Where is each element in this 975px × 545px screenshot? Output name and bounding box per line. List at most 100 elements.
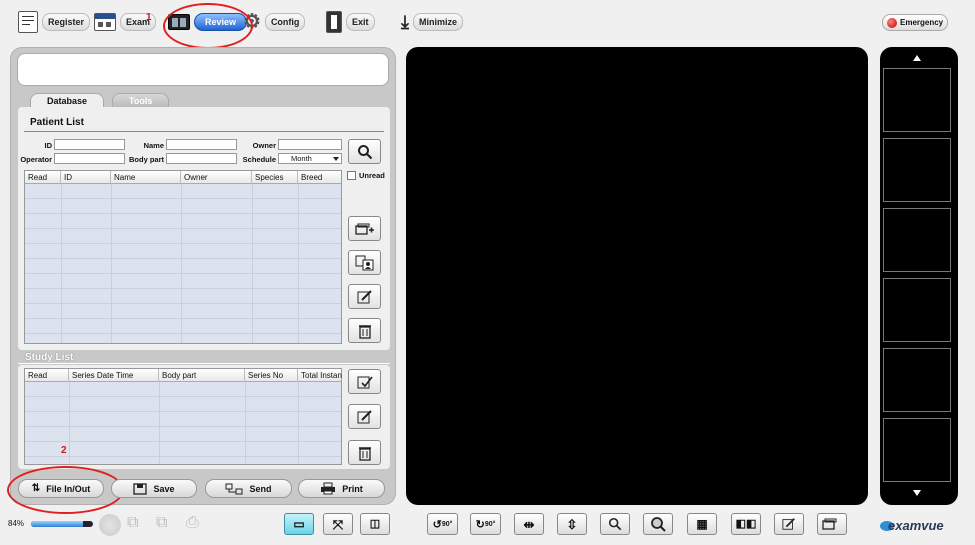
grid-icon: ▦ [696, 517, 708, 531]
patient-col-read[interactable]: Read [25, 171, 61, 184]
thumbnail-slot[interactable] [883, 278, 951, 342]
body-part-label: Body part [128, 155, 164, 164]
compare-view-button[interactable]: ◫ [360, 513, 390, 535]
save-button[interactable]: Save [111, 479, 197, 498]
progress-text: 84% [8, 519, 25, 528]
schedule-value: Month [291, 154, 312, 163]
add-window-icon [354, 223, 374, 235]
name-label: Name [143, 141, 164, 150]
printer-disabled-icon: ⎙ [186, 514, 199, 531]
name-field[interactable] [166, 139, 237, 150]
trash-icon [358, 446, 371, 461]
annotation-circle-1 [163, 3, 253, 49]
send-button[interactable]: Send [205, 479, 292, 498]
search-button[interactable] [348, 139, 381, 164]
study-col-body-part[interactable]: Body part [159, 369, 245, 382]
magnifier-icon [651, 517, 666, 532]
study-col-total-instances[interactable]: Total Instan [298, 369, 343, 382]
rotate-left-button[interactable]: ↺ 90° [427, 513, 458, 535]
patient-info-button[interactable]: ◧◧ [731, 513, 761, 535]
tab-database[interactable]: Database [30, 93, 105, 108]
delete-study-button[interactable] [348, 440, 381, 465]
image-viewer[interactable] [406, 47, 868, 505]
chevron-down-icon [333, 157, 339, 161]
layout-grid-button[interactable]: ▦ [687, 513, 717, 535]
window-tools-button[interactable] [817, 513, 847, 535]
thumbnail-strip [880, 47, 958, 505]
examvue-logo: examvue [880, 518, 944, 533]
tab-tools[interactable]: Tools [112, 93, 170, 108]
flip-horizontal-button[interactable]: ⇹ [514, 513, 544, 535]
register-button[interactable]: Register [18, 8, 91, 36]
scroll-up-icon[interactable] [913, 55, 921, 61]
window-icon [822, 518, 837, 530]
operator-field[interactable] [54, 153, 125, 164]
study-list-title: Study List [25, 352, 74, 363]
zoom-button[interactable] [600, 513, 630, 535]
delete-patient-button[interactable] [348, 318, 381, 343]
edit-icon [357, 289, 372, 303]
download-icon: ⤓ [401, 12, 409, 32]
edit-study-button[interactable] [348, 404, 381, 429]
thumbnail-slot[interactable] [883, 208, 951, 272]
annotation-circle-2 [7, 466, 124, 514]
patient-col-species[interactable]: Species [252, 171, 298, 184]
checklist-icon [357, 376, 373, 388]
rotate-left-label: 90° [441, 520, 453, 528]
exit-label: Exit [346, 13, 375, 31]
magnifier-button[interactable] [643, 513, 673, 535]
print-button[interactable]: Print [298, 479, 385, 498]
schedule-select[interactable]: Month [278, 153, 342, 164]
emergency-button[interactable]: Emergency [882, 14, 948, 31]
owner-label: Owner [252, 141, 276, 150]
progress-fill [31, 521, 84, 527]
patient-col-breed[interactable]: Breed [298, 171, 343, 184]
register-icon [18, 11, 38, 33]
exit-icon [326, 11, 342, 33]
patient-card-icon: ◧◧ [735, 517, 757, 530]
study-table[interactable]: Read Series Date Time Body part Series N… [24, 368, 342, 465]
annotate-button[interactable] [774, 513, 804, 535]
thumbnail-slot[interactable] [883, 418, 951, 482]
register-label: Register [42, 13, 91, 31]
patient-col-name[interactable]: Name [111, 171, 181, 184]
patient-col-id[interactable]: ID [61, 171, 111, 184]
annotation-marker-1: 1 [146, 12, 152, 23]
scroll-down-icon[interactable] [913, 490, 921, 496]
exit-button[interactable]: Exit [326, 8, 375, 36]
logo-text: examvue [888, 518, 944, 533]
thumbnail-slot[interactable] [883, 138, 951, 202]
edit-icon [782, 518, 795, 530]
minimize-button[interactable]: ⤓ Minimize [401, 8, 463, 36]
edit-patient-button[interactable] [348, 284, 381, 309]
fit-view-button[interactable]: ⤧ [323, 513, 353, 535]
radiation-icon [99, 514, 121, 536]
rotate-right-label: 90° [484, 520, 496, 528]
printer-icon [321, 482, 336, 495]
study-col-series-no[interactable]: Series No [245, 369, 298, 382]
rotate-right-button[interactable]: ↻ 90° [470, 513, 501, 535]
dual-view-icon: ◫ [369, 517, 381, 530]
single-view-button[interactable]: ▭ [284, 513, 314, 535]
flip-vertical-icon: ⇳ [566, 516, 578, 532]
owner-field[interactable] [278, 139, 342, 150]
merge-patient-button[interactable] [348, 250, 381, 275]
patient-card-icon [355, 255, 373, 270]
patient-table[interactable]: Read ID Name Owner Species Breed [24, 170, 342, 344]
mark-read-study-button[interactable] [348, 369, 381, 394]
expand-icon: ⤧ [332, 516, 344, 532]
unread-label: Unread [359, 171, 385, 180]
add-patient-button[interactable] [348, 216, 381, 241]
id-field[interactable] [54, 139, 125, 150]
unread-checkbox[interactable] [347, 171, 356, 180]
body-part-field[interactable] [166, 153, 237, 164]
send-label: Send [249, 483, 272, 494]
edit-icon [357, 409, 372, 423]
thumbnail-slot[interactable] [883, 68, 951, 132]
study-col-read[interactable]: Read [25, 369, 69, 382]
flip-vertical-button[interactable]: ⇳ [557, 513, 587, 535]
network-disabled-icon: ⧉ [127, 514, 139, 531]
patient-col-owner[interactable]: Owner [181, 171, 252, 184]
study-col-series-date-time[interactable]: Series Date Time [69, 369, 159, 382]
thumbnail-slot[interactable] [883, 348, 951, 412]
